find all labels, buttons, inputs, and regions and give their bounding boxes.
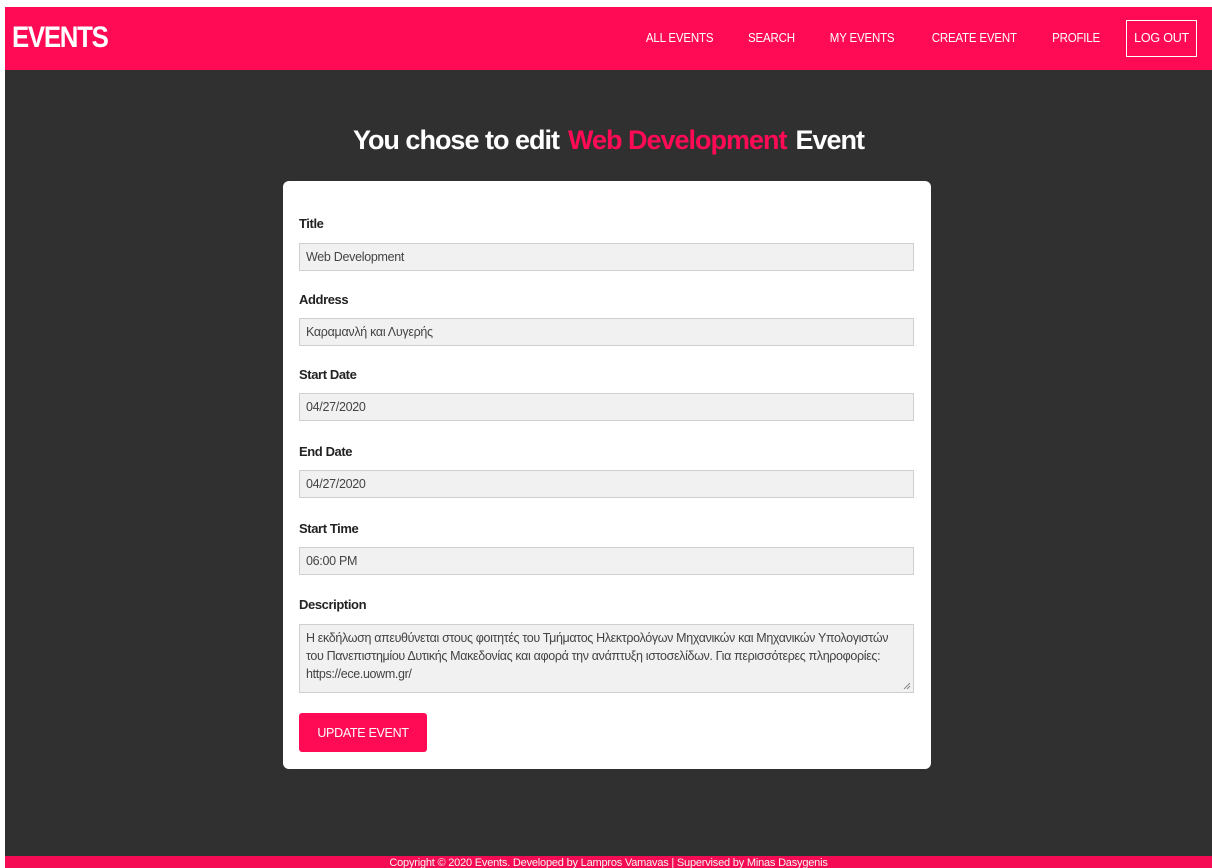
address-label: Address [299, 292, 349, 307]
nav-create-event[interactable]: CREATE EVENT [931, 20, 1016, 57]
start-date-input[interactable] [299, 393, 914, 421]
nav-search[interactable]: SEARCH [748, 20, 795, 57]
app-frame: EVENTS ALL EVENTS SEARCH MY EVENTS CREAT… [5, 7, 1212, 868]
update-event-button[interactable]: UPDATE EVENT [299, 713, 427, 752]
nav-profile[interactable]: PROFILE [1052, 20, 1100, 57]
end-date-label: End Date [299, 444, 353, 459]
brand-logo[interactable]: EVENTS [12, 21, 109, 55]
footer: Copyright © 2020 Events. Developed by La… [5, 856, 1212, 868]
logout-button[interactable]: LOG OUT [1126, 20, 1197, 57]
main-nav: ALL EVENTS SEARCH MY EVENTS CREATE EVENT… [613, 20, 1197, 57]
page-title-event-name: Web Development [567, 125, 788, 155]
start-date-label: Start Date [299, 367, 357, 382]
start-time-label: Start Time [299, 521, 359, 536]
page-title-suffix: Event [795, 125, 866, 155]
address-input[interactable] [299, 318, 914, 346]
end-date-input[interactable] [299, 470, 914, 498]
resize-grip-icon[interactable] [903, 682, 911, 690]
description-textarea[interactable]: Η εκδήλωση απευθύνεται στους φοιτητές το… [299, 624, 914, 693]
title-input[interactable] [299, 243, 914, 271]
navbar: EVENTS ALL EVENTS SEARCH MY EVENTS CREAT… [5, 7, 1212, 70]
nav-my-events[interactable]: MY EVENTS [830, 20, 895, 57]
title-label: Title [299, 216, 324, 231]
description-text: Η εκδήλωση απευθύνεται στους φοιτητές το… [306, 631, 889, 681]
page-title: You chose to edit Web Development Event [5, 122, 1212, 158]
start-time-input[interactable] [299, 547, 914, 575]
nav-all-events[interactable]: ALL EVENTS [646, 20, 714, 57]
edit-event-form: Title Address Start Date End Date Start … [283, 181, 931, 769]
description-label: Description [299, 597, 367, 612]
page-title-prefix: You chose to edit [352, 125, 560, 155]
